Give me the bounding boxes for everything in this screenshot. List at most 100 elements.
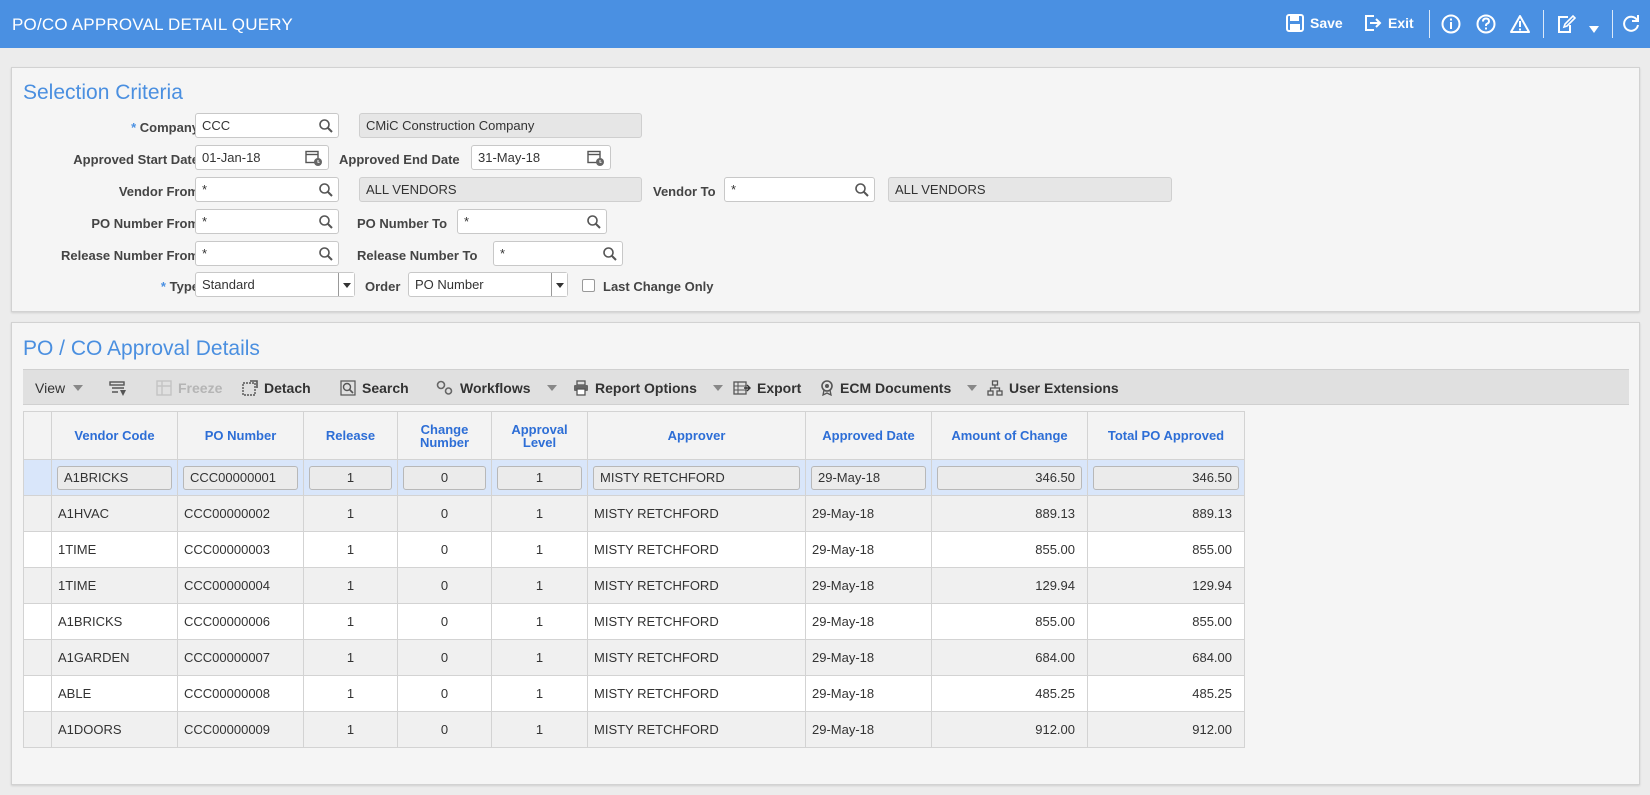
amount-of-change-cell[interactable]: 346.50 <box>931 459 1088 496</box>
column-header-approved-date[interactable]: Approved Date <box>805 411 932 460</box>
vendor-code-cell[interactable]: A1BRICKS <box>51 603 178 640</box>
change-number-cell[interactable]: 0 <box>397 675 492 712</box>
column-header-release[interactable]: Release <box>303 411 398 460</box>
search-button[interactable]: Search <box>340 380 409 396</box>
approved-date-cell[interactable]: 29-May-18 <box>805 639 932 676</box>
approval-level-cell[interactable]: 1 <box>491 603 588 640</box>
table-row[interactable]: 1TIME CCC00000004 1 0 1 MISTY RETCHFORD 29-May… <box>23 567 1245 604</box>
column-header-vendor-code[interactable]: Vendor Code <box>51 411 178 460</box>
change-number-cell[interactable]: 0 <box>397 603 492 640</box>
search-icon[interactable] <box>319 119 333 133</box>
ecm-documents-menu[interactable]: ECM Documents <box>820 380 978 396</box>
refresh-icon[interactable] <box>1621 14 1641 37</box>
amount-of-change-cell[interactable]: 889.13 <box>931 495 1088 532</box>
release-cell[interactable]: 1 <box>303 711 398 748</box>
po-number-to-field[interactable]: * <box>457 209 607 234</box>
freeze-button[interactable]: Freeze <box>156 380 222 396</box>
approved-date-cell[interactable]: 29-May-18 <box>805 711 932 748</box>
edit-icon[interactable] <box>1556 14 1577 37</box>
column-header-amount-of-change[interactable]: Amount of Change <box>931 411 1088 460</box>
po-number-cell[interactable]: CCC00000003 <box>177 531 304 568</box>
search-icon[interactable] <box>319 183 333 197</box>
table-row[interactable]: A1BRICKS CCC00000001 1 0 1 MISTY RETCHFORD 29-… <box>23 459 1245 496</box>
column-header-approver[interactable]: Approver <box>587 411 806 460</box>
table-row[interactable]: ABLE CCC00000008 1 0 1 MISTY RETCHFORD 29-May-… <box>23 675 1245 712</box>
amount-of-change-cell[interactable]: 912.00 <box>931 711 1088 748</box>
search-icon[interactable] <box>603 247 617 261</box>
table-row[interactable]: A1DOORS CCC00000009 1 0 1 MISTY RETCHFORD 29-M… <box>23 711 1245 748</box>
last-change-only-checkbox[interactable] <box>582 279 595 292</box>
total-po-approved-cell[interactable]: 855.00 <box>1087 531 1245 568</box>
release-cell[interactable]: 1 <box>303 639 398 676</box>
approved-date-cell[interactable]: 29-May-18 <box>805 567 932 604</box>
po-number-cell[interactable]: CCC00000007 <box>177 639 304 676</box>
vendor-code-cell[interactable]: 1TIME <box>51 531 178 568</box>
table-row[interactable]: A1GARDEN CCC00000007 1 0 1 MISTY RETCHFORD 29-… <box>23 639 1245 676</box>
order-select[interactable]: PO Number <box>408 272 568 297</box>
query-icon[interactable] <box>109 380 133 398</box>
exit-button[interactable]: Exit <box>1364 14 1414 32</box>
approved-date-cell[interactable]: 29-May-18 <box>805 495 932 532</box>
amount-of-change-cell[interactable]: 855.00 <box>931 603 1088 640</box>
approval-level-cell[interactable]: 1 <box>491 639 588 676</box>
column-header-approval-level[interactable]: Approval Level <box>491 411 588 460</box>
release-cell[interactable]: 1 <box>303 675 398 712</box>
po-number-from-field[interactable]: * <box>195 209 339 234</box>
approval-level-cell[interactable]: 1 <box>491 495 588 532</box>
save-button[interactable]: Save <box>1286 14 1343 32</box>
release-number-from-field[interactable]: * <box>195 241 339 266</box>
release-number-to-field[interactable]: * <box>493 241 623 266</box>
report-options-menu[interactable]: Report Options <box>573 380 723 396</box>
change-number-cell[interactable]: 0 <box>397 531 492 568</box>
total-po-approved-cell[interactable]: 129.94 <box>1087 567 1245 604</box>
export-button[interactable]: Export <box>733 380 801 396</box>
user-extensions-button[interactable]: User Extensions <box>987 380 1119 396</box>
approval-level-cell[interactable]: 1 <box>491 711 588 748</box>
po-number-cell[interactable]: CCC00000004 <box>177 567 304 604</box>
vendor-code-cell[interactable]: A1HVAC <box>51 495 178 532</box>
search-icon[interactable] <box>319 215 333 229</box>
change-number-cell[interactable]: 0 <box>397 711 492 748</box>
type-select[interactable]: Standard <box>195 272 355 297</box>
row-selector[interactable] <box>23 675 52 712</box>
help-icon[interactable] <box>1476 14 1496 37</box>
approver-cell[interactable]: MISTY RETCHFORD <box>587 675 806 712</box>
change-number-cell[interactable]: 0 <box>397 567 492 604</box>
approved-end-date-field[interactable]: 31-May-18 <box>471 145 611 170</box>
vendor-code-cell[interactable]: ABLE <box>51 675 178 712</box>
amount-of-change-cell[interactable]: 684.00 <box>931 639 1088 676</box>
info-icon[interactable] <box>1441 14 1461 37</box>
column-header-total-po-approved[interactable]: Total PO Approved <box>1087 411 1245 460</box>
calendar-icon[interactable] <box>587 149 605 167</box>
row-selector[interactable] <box>23 711 52 748</box>
vendor-from-field[interactable]: * <box>195 177 339 202</box>
vendor-to-field[interactable]: * <box>724 177 875 202</box>
approver-cell[interactable]: MISTY RETCHFORD <box>587 567 806 604</box>
approval-level-cell[interactable]: 1 <box>491 567 588 604</box>
approver-cell[interactable]: MISTY RETCHFORD <box>587 459 806 496</box>
release-cell[interactable]: 1 <box>303 495 398 532</box>
change-number-cell[interactable]: 0 <box>397 639 492 676</box>
warning-icon[interactable] <box>1510 14 1530 37</box>
approved-date-cell[interactable]: 29-May-18 <box>805 531 932 568</box>
amount-of-change-cell[interactable]: 855.00 <box>931 531 1088 568</box>
total-po-approved-cell[interactable]: 346.50 <box>1087 459 1245 496</box>
approved-date-cell[interactable]: 29-May-18 <box>805 603 932 640</box>
calendar-icon[interactable] <box>305 149 323 167</box>
search-icon[interactable] <box>587 215 601 229</box>
approver-cell[interactable]: MISTY RETCHFORD <box>587 639 806 676</box>
row-selector[interactable] <box>23 495 52 532</box>
total-po-approved-cell[interactable]: 485.25 <box>1087 675 1245 712</box>
amount-of-change-cell[interactable]: 485.25 <box>931 675 1088 712</box>
po-number-cell[interactable]: CCC00000006 <box>177 603 304 640</box>
approver-cell[interactable]: MISTY RETCHFORD <box>587 495 806 532</box>
amount-of-change-cell[interactable]: 129.94 <box>931 567 1088 604</box>
approver-cell[interactable]: MISTY RETCHFORD <box>587 531 806 568</box>
approval-level-cell[interactable]: 1 <box>491 459 588 496</box>
approver-cell[interactable]: MISTY RETCHFORD <box>587 711 806 748</box>
approved-date-cell[interactable]: 29-May-18 <box>805 675 932 712</box>
total-po-approved-cell[interactable]: 889.13 <box>1087 495 1245 532</box>
vendor-code-cell[interactable]: A1GARDEN <box>51 639 178 676</box>
total-po-approved-cell[interactable]: 855.00 <box>1087 603 1245 640</box>
view-menu[interactable]: View <box>35 380 84 396</box>
